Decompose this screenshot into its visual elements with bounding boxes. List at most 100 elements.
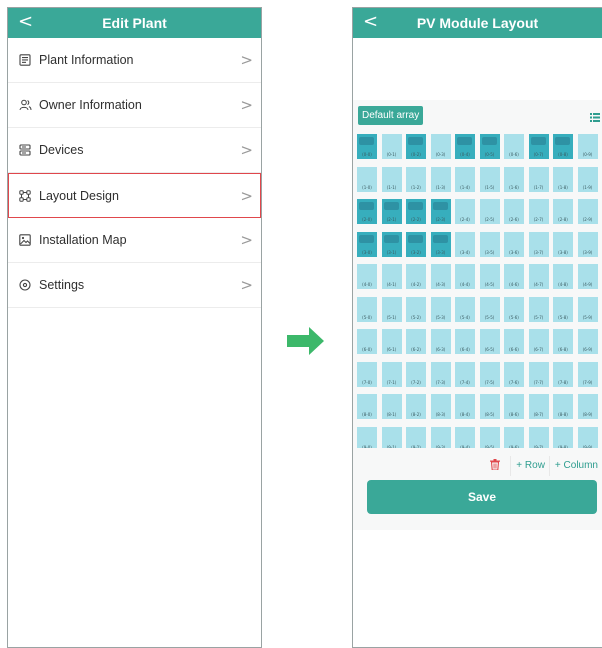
pv-module-cell[interactable]: (0-1) — [381, 134, 402, 159]
pv-module-cell[interactable]: (3-9) — [577, 231, 598, 257]
pv-module-cell[interactable]: (8-2) — [406, 394, 426, 419]
pv-module-cell[interactable]: (8-5) — [479, 394, 500, 419]
pv-module-cell[interactable]: (7-1) — [381, 361, 402, 387]
pv-module-cell[interactable]: (9-3) — [430, 426, 451, 448]
menu-item-owner-information[interactable]: Owner Information > — [8, 83, 261, 128]
pv-module-cell[interactable]: (7-5) — [479, 361, 500, 387]
pv-module-cell[interactable]: (0-5) — [479, 134, 500, 159]
pv-module-cell[interactable]: (6-1) — [381, 329, 402, 354]
pv-module-cell[interactable]: (9-0) — [357, 426, 377, 448]
pv-module-cell[interactable]: (0-3) — [430, 134, 451, 159]
pv-module-cell[interactable]: (6-4) — [455, 329, 475, 354]
pv-module-cell[interactable]: (6-7) — [528, 329, 549, 354]
pv-module-cell[interactable]: (2-6) — [504, 199, 524, 224]
menu-item-layout-design[interactable]: Layout Design > — [8, 173, 261, 218]
add-row-button[interactable]: + Row — [510, 456, 549, 476]
pv-module-cell[interactable]: (3-8) — [553, 231, 573, 257]
pv-module-cell[interactable]: (7-7) — [528, 361, 549, 387]
pv-module-cell[interactable]: (8-4) — [455, 394, 475, 419]
pv-module-cell[interactable]: (7-4) — [455, 361, 475, 387]
pv-module-cell[interactable]: (1-8) — [553, 166, 573, 192]
pv-module-cell[interactable]: (5-9) — [577, 296, 598, 322]
pv-module-cell[interactable]: (5-4) — [455, 296, 475, 322]
pv-module-cell[interactable]: (2-5) — [479, 199, 500, 224]
pv-module-cell[interactable]: (6-8) — [553, 329, 573, 354]
pv-module-cell[interactable]: (4-9) — [577, 264, 598, 289]
pv-module-cell[interactable]: (1-0) — [357, 166, 377, 192]
pv-module-cell[interactable]: (4-7) — [528, 264, 549, 289]
pv-module-cell[interactable]: (5-0) — [357, 296, 377, 322]
pv-module-cell[interactable]: (8-1) — [381, 394, 402, 419]
pv-module-cell[interactable]: (2-9) — [577, 199, 598, 224]
pv-module-cell[interactable]: (0-8) — [553, 134, 573, 159]
pv-module-cell[interactable]: (0-0) — [357, 134, 377, 159]
pv-module-cell[interactable]: (3-1) — [381, 231, 402, 257]
pv-module-cell[interactable]: (9-1) — [381, 426, 402, 448]
pv-module-cell[interactable]: (2-4) — [455, 199, 475, 224]
back-button[interactable]: < — [363, 12, 378, 32]
back-button[interactable]: < — [18, 12, 33, 32]
pv-module-cell[interactable]: (4-5) — [479, 264, 500, 289]
pv-module-cell[interactable]: (8-6) — [504, 394, 524, 419]
pv-module-cell[interactable]: (2-0) — [357, 199, 377, 224]
pv-module-cell[interactable]: (4-6) — [504, 264, 524, 289]
pv-module-cell[interactable]: (2-2) — [406, 199, 426, 224]
pv-module-cell[interactable]: (4-1) — [381, 264, 402, 289]
pv-module-cell[interactable]: (5-6) — [504, 296, 524, 322]
pv-module-cell[interactable]: (9-2) — [406, 426, 426, 448]
pv-module-cell[interactable]: (0-7) — [528, 134, 549, 159]
pv-module-cell[interactable]: (8-7) — [528, 394, 549, 419]
pv-module-cell[interactable]: (2-3) — [430, 199, 451, 224]
pv-module-cell[interactable]: (8-3) — [430, 394, 451, 419]
list-icon[interactable] — [590, 109, 600, 127]
pv-module-cell[interactable]: (4-0) — [357, 264, 377, 289]
pv-module-cell[interactable]: (6-5) — [479, 329, 500, 354]
pv-module-cell[interactable]: (7-8) — [553, 361, 573, 387]
pv-module-cell[interactable]: (9-8) — [553, 426, 573, 448]
pv-module-cell[interactable]: (0-2) — [406, 134, 426, 159]
pv-module-cell[interactable]: (9-9) — [577, 426, 598, 448]
pv-module-cell[interactable]: (8-8) — [553, 394, 573, 419]
pv-module-cell[interactable]: (2-8) — [553, 199, 573, 224]
pv-module-cell[interactable]: (6-0) — [357, 329, 377, 354]
pv-module-cell[interactable]: (3-0) — [357, 231, 377, 257]
pv-module-cell[interactable]: (3-3) — [430, 231, 451, 257]
pv-module-cell[interactable]: (1-9) — [577, 166, 598, 192]
pv-module-cell[interactable]: (9-5) — [479, 426, 500, 448]
module-grid[interactable]: (0-0) (0-1) (0-2) (0-3) (0-4) (0-5) (0-6) (0-7)… — [357, 134, 602, 448]
pv-module-cell[interactable]: (9-7) — [528, 426, 549, 448]
pv-module-cell[interactable]: (2-1) — [381, 199, 402, 224]
pv-module-cell[interactable]: (0-9) — [577, 134, 598, 159]
pv-module-cell[interactable]: (8-0) — [357, 394, 377, 419]
pv-module-cell[interactable]: (7-3) — [430, 361, 451, 387]
pv-module-cell[interactable]: (5-7) — [528, 296, 549, 322]
pv-module-cell[interactable]: (5-2) — [406, 296, 426, 322]
pv-module-cell[interactable]: (1-3) — [430, 166, 451, 192]
pv-module-cell[interactable]: (6-9) — [577, 329, 598, 354]
pv-module-cell[interactable]: (1-1) — [381, 166, 402, 192]
pv-module-cell[interactable]: (6-2) — [406, 329, 426, 354]
pv-module-cell[interactable]: (1-7) — [528, 166, 549, 192]
pv-module-cell[interactable]: (2-7) — [528, 199, 549, 224]
pv-module-cell[interactable]: (5-3) — [430, 296, 451, 322]
pv-module-cell[interactable]: (3-7) — [528, 231, 549, 257]
pv-module-cell[interactable]: (4-4) — [455, 264, 475, 289]
pv-module-cell[interactable]: (4-3) — [430, 264, 451, 289]
array-tab[interactable]: Default array — [358, 105, 424, 125]
pv-module-cell[interactable]: (5-8) — [553, 296, 573, 322]
pv-module-cell[interactable]: (1-5) — [479, 166, 500, 192]
pv-module-cell[interactable]: (6-6) — [504, 329, 524, 354]
pv-module-cell[interactable]: (4-2) — [406, 264, 426, 289]
trash-icon[interactable] — [490, 457, 501, 475]
menu-item-settings[interactable]: Settings > — [8, 263, 261, 308]
add-column-button[interactable]: + Column — [548, 456, 602, 476]
pv-module-cell[interactable]: (3-2) — [406, 231, 426, 257]
menu-item-devices[interactable]: Devices > — [8, 128, 261, 173]
pv-module-cell[interactable]: (8-9) — [577, 394, 598, 419]
pv-module-cell[interactable]: (9-6) — [504, 426, 524, 448]
pv-module-cell[interactable]: (4-8) — [553, 264, 573, 289]
pv-module-cell[interactable]: (9-4) — [455, 426, 475, 448]
pv-module-cell[interactable]: (5-1) — [381, 296, 402, 322]
pv-module-cell[interactable]: (5-5) — [479, 296, 500, 322]
pv-module-cell[interactable]: (3-5) — [479, 231, 500, 257]
